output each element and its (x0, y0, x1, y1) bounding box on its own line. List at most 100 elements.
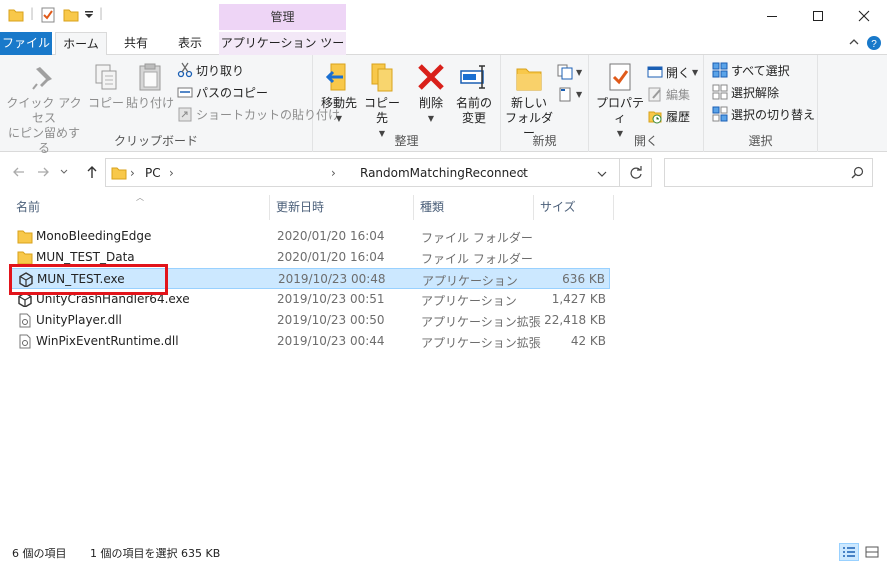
file-type: アプリケーション拡張 (421, 336, 541, 350)
select-all-icon (712, 62, 728, 78)
copy-path-icon (177, 87, 193, 98)
tab-application-tools[interactable]: アプリケーション ツール (219, 32, 346, 72)
history-button[interactable]: 履歴 (647, 106, 690, 126)
red-highlight-annotation (9, 264, 168, 295)
delete-dropdown-icon: ▼ (427, 114, 435, 123)
new-group-label: 新規 (532, 134, 557, 148)
clipboard-group: クイック アクセス にピン留めする コピー 貼り付け 切り取り パスのコピー シ… (0, 55, 340, 155)
copy-path-button[interactable]: パスのコピー (177, 82, 268, 102)
details-view-icon (843, 547, 855, 557)
move-to-button[interactable]: 移動先 ▼ (318, 61, 360, 126)
paste-button[interactable]: 貼り付け (126, 61, 174, 111)
minimize-icon (767, 16, 777, 17)
collapse-ribbon-icon[interactable] (848, 36, 860, 51)
properties-label: プロパティ (595, 96, 644, 125)
recent-locations-button[interactable] (56, 161, 72, 183)
customize-qa-dropdown-icon[interactable] (84, 9, 94, 23)
folder-icon (111, 165, 127, 184)
file-date: 2020/01/20 16:04 (277, 229, 385, 243)
edit-label: 編集 (666, 87, 691, 102)
breadcrumb-pc[interactable]: PC (145, 166, 161, 180)
tab-view[interactable]: 表示 (165, 32, 215, 55)
properties-qa-icon[interactable] (40, 7, 56, 26)
breadcrumb-separator[interactable]: › (520, 166, 525, 180)
pin-icon (32, 67, 52, 90)
file-type: アプリケーション (422, 274, 518, 288)
new-item-button[interactable]: ▼ (557, 62, 582, 82)
column-header-name[interactable]: 名前 (10, 195, 270, 220)
separator: | (99, 6, 104, 20)
address-history-dropdown-icon[interactable] (597, 168, 607, 182)
easy-access-button[interactable]: ▼ (557, 84, 582, 104)
file-date: 2020/01/20 16:04 (277, 250, 385, 264)
file-row[interactable]: UnityPlayer.dll 2019/10/23 00:50 アプリケーショ… (10, 310, 610, 331)
select-all-button[interactable]: すべて選択 (712, 60, 790, 80)
paste-icon (139, 63, 161, 91)
new-folder-button[interactable]: 新しい フォルダー (505, 61, 553, 141)
paste-shortcut-icon (178, 107, 192, 122)
refresh-button[interactable] (620, 158, 652, 187)
properties-button[interactable]: プロパティ ▼ (594, 61, 646, 141)
help-icon[interactable]: ? (866, 35, 882, 54)
minimize-button[interactable] (749, 0, 795, 32)
rename-button[interactable]: 名前の 変更 (453, 61, 495, 126)
delete-label: 削除 (418, 96, 443, 110)
delete-button[interactable]: 削除 ▼ (411, 61, 451, 126)
properties-icon (609, 63, 631, 91)
open-label: 開く (666, 65, 691, 80)
file-type: アプリケーション (421, 294, 517, 308)
tab-file[interactable]: ファイル (0, 32, 52, 55)
select-none-button[interactable]: 選択解除 (712, 82, 779, 102)
forward-button[interactable] (32, 161, 54, 183)
organize-group-label: 整理 (394, 134, 419, 148)
copy-button[interactable]: コピー (88, 61, 124, 111)
select-none-label: 選択解除 (731, 85, 780, 100)
back-button[interactable] (8, 161, 30, 183)
cut-label: 切り取り (196, 63, 245, 78)
paste-label: 貼り付け (126, 96, 175, 110)
breadcrumb-separator[interactable]: › (130, 166, 135, 180)
open-button[interactable]: 開く ▼ (647, 62, 698, 82)
address-bar[interactable]: › PC › › RandomMatchingReconnect › (105, 158, 620, 187)
details-view-button[interactable] (839, 543, 859, 561)
edit-button[interactable]: 編集 (647, 84, 690, 104)
large-icons-view-button[interactable] (862, 543, 882, 561)
folder-icon (17, 230, 33, 244)
column-header-size[interactable]: サイズ (534, 195, 614, 220)
tab-share[interactable]: 共有 (113, 32, 159, 55)
status-item-count: 6 個の項目 (12, 547, 67, 560)
breadcrumb-separator[interactable]: › (331, 166, 336, 180)
status-selection: 1 個の項目を選択 635 KB (90, 547, 221, 560)
maximize-icon (813, 11, 823, 21)
copy-to-icon (371, 63, 393, 92)
close-button[interactable] (841, 0, 887, 32)
file-name: UnityPlayer.dll (36, 313, 122, 327)
copy-to-button[interactable]: コピー先 ▼ (361, 61, 403, 141)
copy-to-label: コピー先 (363, 96, 400, 125)
column-header-type[interactable]: 種類 (414, 195, 534, 220)
search-box[interactable] (664, 158, 873, 187)
maximize-button[interactable] (795, 0, 841, 32)
file-row[interactable]: WinPixEventRuntime.dll 2019/10/23 00:44 … (10, 331, 610, 352)
close-icon (858, 10, 870, 22)
column-header-date[interactable]: 更新日時 (270, 195, 414, 220)
folder-icon (8, 7, 24, 26)
breadcrumb-separator[interactable]: › (169, 166, 174, 180)
breadcrumb-current-folder[interactable]: RandomMatchingReconnect (360, 166, 528, 180)
file-row[interactable]: MonoBleedingEdge 2020/01/20 16:04 ファイル フ… (10, 226, 610, 247)
up-button[interactable] (81, 161, 103, 183)
dll-icon (19, 313, 31, 328)
tab-home[interactable]: ホーム (55, 32, 107, 56)
rename-label-2: 変更 (461, 111, 486, 125)
up-arrow-icon (87, 166, 97, 178)
move-to-label: 移動先 (320, 96, 357, 110)
easy-access-dropdown-icon: ▼ (576, 89, 583, 99)
clipboard-group-label: クリップボード (113, 134, 198, 148)
file-date: 2019/10/23 00:48 (278, 272, 386, 286)
new-folder-qa-icon[interactable] (63, 7, 79, 26)
file-size: 1,427 KB (551, 292, 606, 306)
title-bar: | | 管理 (0, 0, 887, 32)
cut-button[interactable]: 切り取り (177, 60, 244, 80)
invert-selection-button[interactable]: 選択の切り替え (712, 104, 815, 124)
ribbon: クイック アクセス にピン留めする コピー 貼り付け 切り取り パスのコピー シ… (0, 55, 887, 155)
